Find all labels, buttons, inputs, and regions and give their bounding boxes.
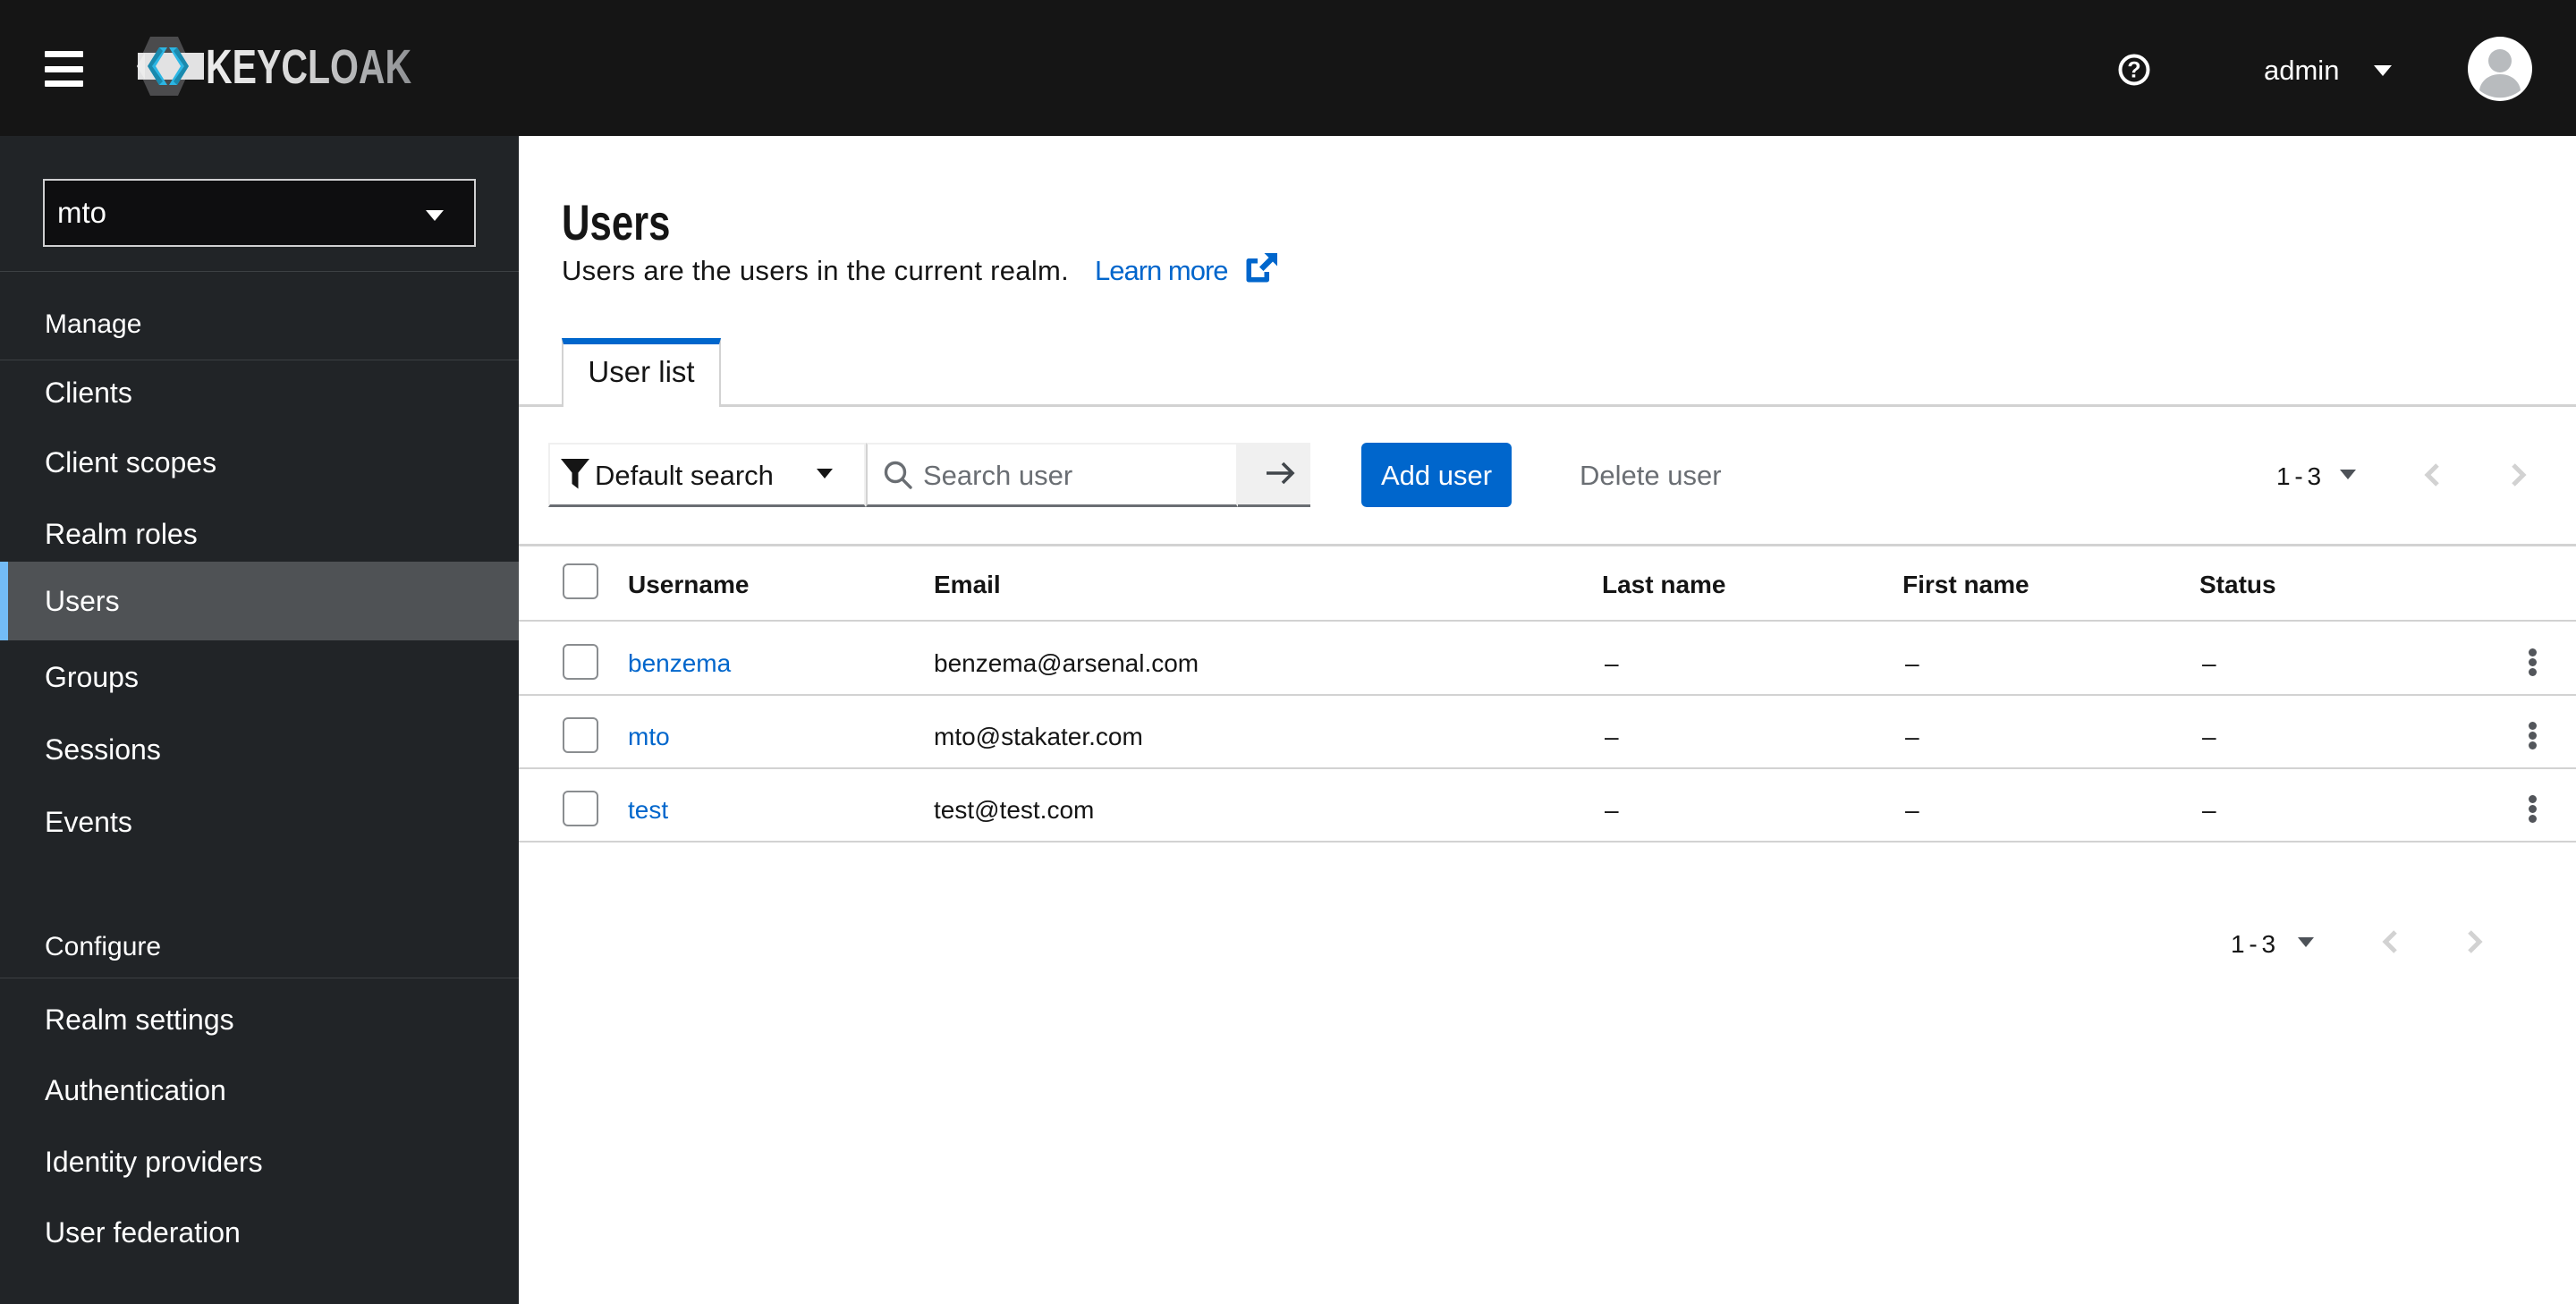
svg-text:?: ?: [2127, 58, 2140, 83]
svg-text:KEYCLOAK: KEYCLOAK: [206, 41, 412, 95]
